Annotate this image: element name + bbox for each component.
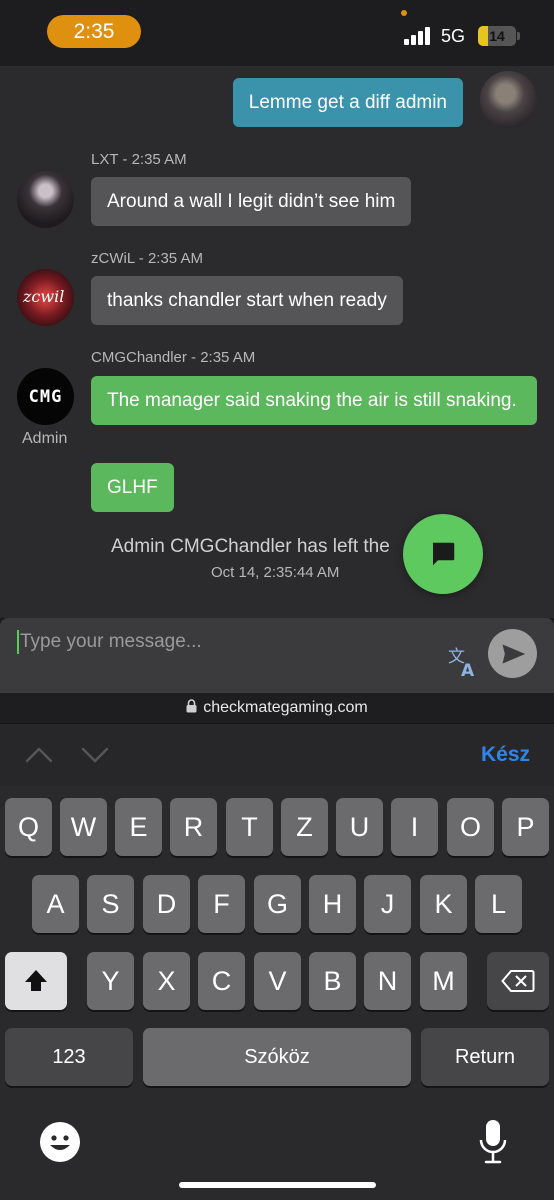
key-d[interactable]: D bbox=[143, 875, 190, 933]
chat-toggle-button[interactable] bbox=[403, 514, 483, 594]
cmg-logo-text: CMG bbox=[28, 386, 63, 407]
cellular-signal-icon bbox=[404, 27, 434, 45]
key-f[interactable]: F bbox=[198, 875, 245, 933]
keyboard: Q W E R T Z U I O P A S D F G H J K L Y … bbox=[0, 786, 554, 1200]
url-bar[interactable]: checkmategaming.com bbox=[0, 693, 554, 723]
key-k[interactable]: K bbox=[420, 875, 467, 933]
key-n[interactable]: N bbox=[364, 952, 411, 1010]
avatar-zcwil[interactable]: zcwil bbox=[17, 269, 74, 326]
key-c[interactable]: C bbox=[198, 952, 245, 1010]
send-icon bbox=[501, 643, 525, 664]
svg-text:A: A bbox=[461, 661, 475, 679]
battery-tip bbox=[517, 32, 520, 40]
avatar-logo-text: zcwil bbox=[23, 287, 65, 306]
return-key[interactable]: Return bbox=[421, 1028, 549, 1086]
message-bubble: GLHF bbox=[91, 463, 174, 512]
key-b[interactable]: B bbox=[309, 952, 356, 1010]
backspace-icon bbox=[501, 969, 535, 992]
emoji-face-icon bbox=[50, 1135, 70, 1150]
done-button[interactable]: Kész bbox=[481, 743, 530, 767]
privacy-indicator-dot bbox=[401, 10, 407, 16]
chat-bubble-icon bbox=[432, 542, 455, 566]
message-bubble: Around a wall I legit didn’t see him bbox=[91, 177, 412, 226]
numbers-key[interactable]: 123 bbox=[5, 1028, 133, 1086]
outgoing-message-bubble: Lemme get a diff admin bbox=[232, 78, 463, 127]
emoji-button[interactable] bbox=[40, 1122, 80, 1162]
lock-icon bbox=[186, 699, 197, 713]
key-p[interactable]: P bbox=[502, 798, 549, 856]
chevron-up-icon[interactable] bbox=[24, 746, 54, 764]
key-j[interactable]: J bbox=[364, 875, 411, 933]
key-t[interactable]: T bbox=[226, 798, 273, 856]
key-x[interactable]: X bbox=[143, 952, 190, 1010]
key-s[interactable]: S bbox=[87, 875, 134, 933]
key-i[interactable]: I bbox=[391, 798, 438, 856]
status-bar: 2:35 5G 14 bbox=[0, 0, 554, 66]
shift-key[interactable] bbox=[5, 952, 67, 1010]
chat-panel[interactable]: Lemme get a diff admin LXT - 2:35 AM Aro… bbox=[0, 66, 554, 618]
space-key[interactable]: Szóköz bbox=[143, 1028, 411, 1086]
system-message: Admin CMGChandler has left the bbox=[111, 536, 390, 557]
backspace-key[interactable] bbox=[487, 952, 549, 1010]
battery-level: 14 bbox=[489, 28, 505, 44]
battery-icon: 14 bbox=[478, 26, 516, 46]
status-time[interactable]: 2:35 bbox=[47, 15, 141, 48]
admin-role-label: Admin bbox=[22, 430, 68, 447]
key-o[interactable]: O bbox=[447, 798, 494, 856]
message-author-time: CMGChandler - 2:35 AM bbox=[91, 349, 256, 366]
key-g[interactable]: G bbox=[254, 875, 301, 933]
my-avatar[interactable] bbox=[480, 71, 537, 128]
system-message-time: Oct 14, 2:35:44 AM bbox=[211, 564, 340, 581]
message-input[interactable] bbox=[20, 628, 420, 656]
key-m[interactable]: M bbox=[420, 952, 467, 1010]
chevron-down-icon[interactable] bbox=[80, 746, 110, 764]
key-l[interactable]: L bbox=[475, 875, 522, 933]
key-u[interactable]: U bbox=[336, 798, 383, 856]
message-author-time: zCWiL - 2:35 AM bbox=[91, 250, 203, 267]
translate-icon[interactable]: 文 A bbox=[446, 645, 480, 679]
avatar-cmgchandler[interactable]: CMG bbox=[17, 368, 74, 425]
keyboard-accessory-bar: Kész bbox=[0, 723, 554, 786]
key-h[interactable]: H bbox=[309, 875, 356, 933]
message-author-time: LXT - 2:35 AM bbox=[91, 151, 187, 168]
text-caret bbox=[17, 630, 19, 654]
url-domain: checkmategaming.com bbox=[203, 699, 368, 716]
microphone-icon[interactable] bbox=[478, 1118, 508, 1166]
send-button[interactable] bbox=[488, 629, 537, 678]
key-a[interactable]: A bbox=[32, 875, 79, 933]
key-z[interactable]: Z bbox=[281, 798, 328, 856]
key-w[interactable]: W bbox=[60, 798, 107, 856]
network-type: 5G bbox=[441, 26, 466, 46]
avatar-lxt[interactable] bbox=[17, 171, 74, 228]
message-bubble: The manager said snaking the air is stil… bbox=[91, 376, 537, 425]
key-e[interactable]: E bbox=[115, 798, 162, 856]
message-bubble: thanks chandler start when ready bbox=[91, 276, 403, 325]
home-indicator[interactable] bbox=[179, 1182, 376, 1188]
key-v[interactable]: V bbox=[254, 952, 301, 1010]
key-q[interactable]: Q bbox=[5, 798, 52, 856]
key-r[interactable]: R bbox=[170, 798, 217, 856]
shift-icon bbox=[25, 969, 47, 991]
key-y[interactable]: Y bbox=[87, 952, 134, 1010]
